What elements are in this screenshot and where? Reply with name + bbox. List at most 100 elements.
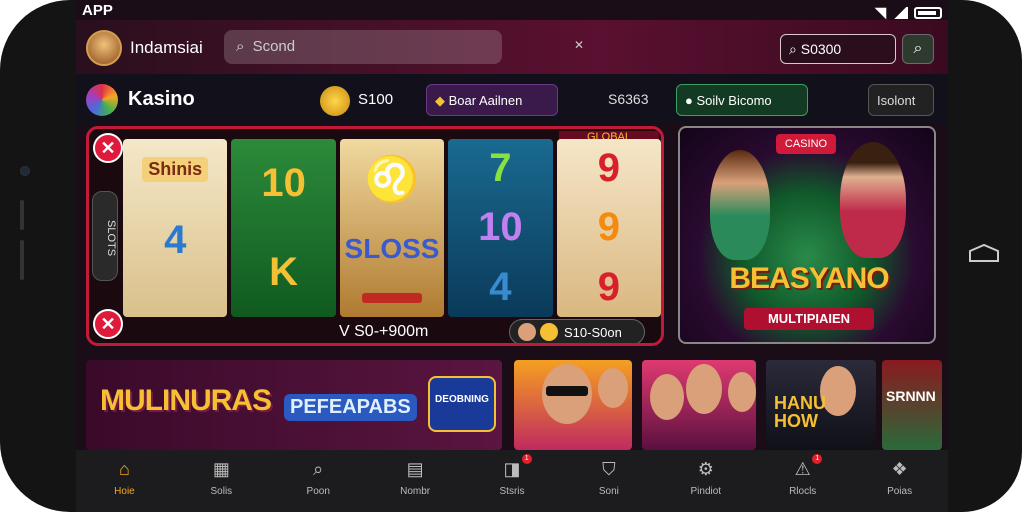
avatar[interactable] xyxy=(86,30,122,66)
close-icon-bottom[interactable]: ✕ xyxy=(93,309,123,339)
slot-side-pill[interactable]: SLOTS xyxy=(92,191,118,281)
reel-4: 7 10 4 xyxy=(448,139,553,317)
slot-reels: Shinis 4 10 K ♌ SLOSS 7 10 4 9 9 9 xyxy=(123,139,661,317)
reel4-top: 7 xyxy=(489,146,512,191)
reel5-mid: 9 xyxy=(597,205,620,250)
nav-item-2[interactable]: ⌕ Poon xyxy=(270,450,367,512)
grid-icon: ❖ xyxy=(891,459,908,479)
home-icon: ⌂ xyxy=(119,459,130,479)
slot-game-card[interactable]: GLOBAL SLOTS Shinis 4 10 K ♌ SLOSS 7 10 … xyxy=(86,126,664,346)
chip-button-2[interactable]: ● Soilv Bicomo xyxy=(676,84,808,116)
search-icon: ⌕ xyxy=(313,459,324,479)
reel1-value: 4 xyxy=(164,218,187,262)
shield-icon: ⛉ xyxy=(602,459,616,479)
signal-icon xyxy=(892,6,908,19)
value-text: S6363 xyxy=(608,91,649,107)
clear-icon[interactable]: ✕ xyxy=(574,38,584,52)
chip-button-1[interactable]: ◆ Boar Aailnen xyxy=(426,84,558,116)
alert-icon: ⚠ xyxy=(794,459,811,479)
nav-label: Poias xyxy=(887,486,913,497)
gear-icon: ⚙ xyxy=(697,459,714,479)
game-thumb-3[interactable]: HANU HOW xyxy=(766,360,876,450)
thumb2-face-3 xyxy=(728,372,756,412)
close-icon[interactable]: ✕ xyxy=(93,133,123,163)
nav-label: Pindiot xyxy=(690,486,722,497)
section-title: Kasino xyxy=(128,88,195,110)
nav-label: Hoie xyxy=(114,486,135,497)
nav-item-4[interactable]: ◨ Stsris 1 xyxy=(464,450,561,512)
reel-1: Shinis 4 xyxy=(123,139,228,317)
thumb1-face-2 xyxy=(598,368,628,408)
reel2-mid: K xyxy=(269,250,299,294)
banner-text-1: MULINURAS xyxy=(100,384,272,417)
slot-pill[interactable]: S10-S0on xyxy=(509,319,645,343)
reel5-bottom: 9 xyxy=(597,264,620,309)
thumb3-text: HANU HOW xyxy=(774,393,826,431)
reel-2: 10 K xyxy=(231,139,336,317)
bottom-nav: ⌂ Hoie ▦ Solis ⌕ Poon ▤ Nombr ◨ Stsris 1 ⛉ Soni ⚙ Pind… xyxy=(76,450,948,512)
chip2-avatar-icon: ● xyxy=(685,93,693,108)
nav-item-0[interactable]: ⌂ Hoie xyxy=(76,450,173,512)
sunglasses-icon xyxy=(546,386,588,396)
reel2-top: 10 xyxy=(261,161,306,205)
casino-title: BEASYANO xyxy=(729,262,889,295)
nav-label: Nombr xyxy=(400,486,431,497)
inbox-icon: ▤ xyxy=(406,459,424,479)
phone-device: Indamsiai ⌕ Scond ✕ ⌕ S0300 ⌕ Kasino S10… xyxy=(0,0,1024,512)
section-bar: Kasino S100 ◆ Boar Aailnen S6363 ● Soilv… xyxy=(76,74,948,124)
game-thumb-2[interactable] xyxy=(642,360,756,450)
nav-item-3[interactable]: ▤ Nombr xyxy=(367,450,464,512)
notification-badge: 1 xyxy=(521,454,532,464)
live-casino-card[interactable]: CASINO BEASYANO MULTIPIAIEN xyxy=(678,126,936,344)
power-button xyxy=(20,240,24,280)
reel4-bottom: 4 xyxy=(489,264,512,309)
brand-title: Indamsiai xyxy=(130,38,203,57)
casino-badge: CASINO xyxy=(776,134,836,154)
kasino-logo-icon xyxy=(86,84,118,116)
home-nav-icon[interactable] xyxy=(968,243,1000,263)
banner-text-2: PEFEAPABS xyxy=(284,394,417,421)
lion-icon: ♌ xyxy=(364,155,420,204)
status-bar: APP ◥ xyxy=(76,0,948,20)
game-thumb-4[interactable]: SRNNN xyxy=(882,360,942,450)
nav-label: Poon xyxy=(306,486,330,497)
thumb4-text: SRNNN xyxy=(886,388,936,404)
top-bar: Indamsiai ⌕ Scond ✕ ⌕ S0300 ⌕ xyxy=(76,20,948,74)
coin-balance: S100 xyxy=(358,91,394,108)
dealer-figure-left xyxy=(710,150,770,260)
slot-bottom-label: V S0-+900m xyxy=(339,323,429,340)
nav-item-6[interactable]: ⚙ Pindiot xyxy=(657,450,754,512)
nav-item-8[interactable]: ❖ Poias xyxy=(851,450,948,512)
balance-field[interactable]: ⌕ S0300 xyxy=(780,34,896,64)
search-icon: ⌕ xyxy=(236,38,245,55)
nav-item-5[interactable]: ⛉ Soni xyxy=(560,450,657,512)
dealer-figure-right xyxy=(840,142,906,258)
front-camera xyxy=(20,166,30,176)
search-input[interactable]: ⌕ Scond ✕ xyxy=(224,30,584,64)
search-button[interactable]: ⌕ xyxy=(902,34,934,64)
nav-item-7[interactable]: ⚠ Rlocls 1 xyxy=(754,450,851,512)
game-thumb-1[interactable] xyxy=(514,360,632,450)
slots-icon: ▦ xyxy=(212,459,230,479)
pill-avatar-icon xyxy=(518,323,536,341)
casino-subtitle: MULTIPIAIEN xyxy=(744,308,874,330)
thumb2-face-2 xyxy=(686,364,722,414)
reel4-mid: 10 xyxy=(478,205,523,250)
balance-search-icon: ⌕ xyxy=(789,41,797,57)
notification-badge: 1 xyxy=(812,454,823,464)
promo-banner[interactable]: MULINURAS PEFEAPABS DEOBNING xyxy=(86,360,502,450)
coin-icon xyxy=(320,86,350,116)
reel1-badge: Shinis xyxy=(142,157,209,182)
pill-coin-icon xyxy=(540,323,558,341)
gem-icon: ◆ xyxy=(435,93,445,108)
slot-pill-label: S10-S0on xyxy=(564,325,622,340)
nav-label: Stsris xyxy=(499,486,525,497)
app-screen: Indamsiai ⌕ Scond ✕ ⌕ S0300 ⌕ Kasino S10… xyxy=(76,0,948,512)
thumb2-face-1 xyxy=(650,374,684,420)
wifi-icon: ◥ xyxy=(875,4,886,20)
nav-item-1[interactable]: ▦ Solis xyxy=(173,450,270,512)
banner-badge: DEOBNING xyxy=(428,376,496,432)
search-text: Scond xyxy=(252,38,296,55)
reel3-mid: SLOSS xyxy=(344,233,440,264)
chip-button-3[interactable]: Isolont xyxy=(868,84,934,116)
